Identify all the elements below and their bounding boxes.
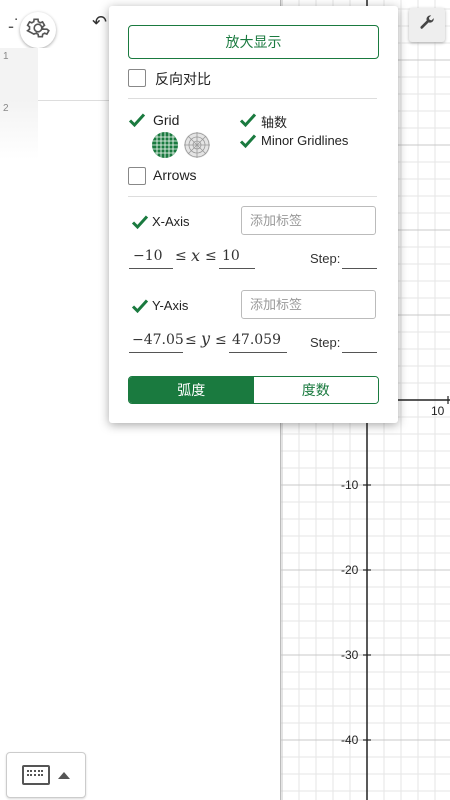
x-tick-label: 10 xyxy=(431,404,445,418)
checkmark-icon xyxy=(239,113,257,128)
minor-gridlines-checkbox[interactable] xyxy=(239,132,257,150)
y-step-label: Step: xyxy=(310,335,341,350)
arrows-checkbox[interactable] xyxy=(128,167,146,185)
leq-symbol: ≤ xyxy=(185,332,197,348)
cartesian-grid-icon[interactable] xyxy=(152,132,178,158)
wrench-icon xyxy=(418,14,436,37)
row-number: 2 xyxy=(3,103,9,114)
x-step-label: Step: xyxy=(310,251,341,266)
x-min-underline xyxy=(129,268,173,269)
graphics-settings-popup: 放大显示 反向对比 Grid 轴数 Minor Gridlines Arrows… xyxy=(109,6,398,423)
x-step-input[interactable] xyxy=(342,268,377,269)
graphics-settings-button[interactable] xyxy=(409,8,445,42)
minor-gridlines-label: Minor Gridlines xyxy=(261,133,349,148)
reverse-contrast-checkbox[interactable] xyxy=(128,69,146,87)
y-axis-label: Y-Axis xyxy=(152,298,189,313)
polar-grid-icon[interactable] xyxy=(184,132,210,158)
y-tick-label: -10 xyxy=(341,478,359,492)
divider xyxy=(128,98,377,99)
x-axis-label: X-Axis xyxy=(152,214,190,229)
gear-icon xyxy=(25,15,51,46)
leq-symbol: ≤ xyxy=(215,332,227,348)
checkmark-icon xyxy=(131,299,149,314)
chevron-up-icon xyxy=(58,771,70,779)
undo-icon[interactable]: ↶ xyxy=(92,12,107,33)
y-step-input[interactable] xyxy=(342,352,377,353)
x-axis-checkbox[interactable] xyxy=(131,213,149,231)
y-axis-max-value[interactable]: 47.059 xyxy=(232,332,281,348)
y-tick-label: -20 xyxy=(341,563,359,577)
degrees-button[interactable]: 度数 xyxy=(253,377,378,403)
standard-view-button[interactable]: 放大显示 xyxy=(128,25,379,59)
keyboard-toggle-button[interactable] xyxy=(6,752,86,798)
axes-checkbox[interactable] xyxy=(239,111,257,129)
grid-label: Grid xyxy=(153,112,180,128)
keyboard-icon xyxy=(22,765,50,785)
divider xyxy=(128,196,377,197)
x-variable: x xyxy=(191,246,201,265)
arrows-label: Arrows xyxy=(153,167,197,183)
x-max-underline xyxy=(219,268,255,269)
leq-symbol: ≤ xyxy=(175,248,187,264)
grid-checkbox[interactable] xyxy=(128,111,146,129)
reverse-contrast-label: 反向对比 xyxy=(155,71,211,87)
menu-button[interactable] xyxy=(20,12,56,48)
y-min-underline xyxy=(129,352,183,353)
axes-label: 轴数 xyxy=(261,115,288,130)
radians-button[interactable]: 弧度 xyxy=(129,377,254,403)
angle-unit-toggle: 弧度 度数 xyxy=(128,376,379,404)
row-number: 1 xyxy=(3,51,9,62)
y-variable: y xyxy=(201,329,211,348)
x-axis-min-value[interactable]: −10 xyxy=(133,248,163,264)
y-max-underline xyxy=(229,352,287,353)
x-axis-label-input[interactable] xyxy=(241,206,376,235)
y-axis-min-value[interactable]: −47.05 xyxy=(132,332,184,348)
checkmark-icon xyxy=(131,215,149,230)
leq-symbol: ≤ xyxy=(205,248,217,264)
checkmark-icon xyxy=(128,113,146,128)
y-tick-label: -40 xyxy=(341,733,359,747)
y-axis-label-input[interactable] xyxy=(241,290,376,319)
x-axis-max-value[interactable]: 10 xyxy=(222,248,240,264)
y-axis-checkbox[interactable] xyxy=(131,297,149,315)
y-tick-label: -30 xyxy=(341,648,359,662)
drag-handle-icon[interactable]: -˙ xyxy=(8,16,20,37)
checkmark-icon xyxy=(239,134,257,149)
